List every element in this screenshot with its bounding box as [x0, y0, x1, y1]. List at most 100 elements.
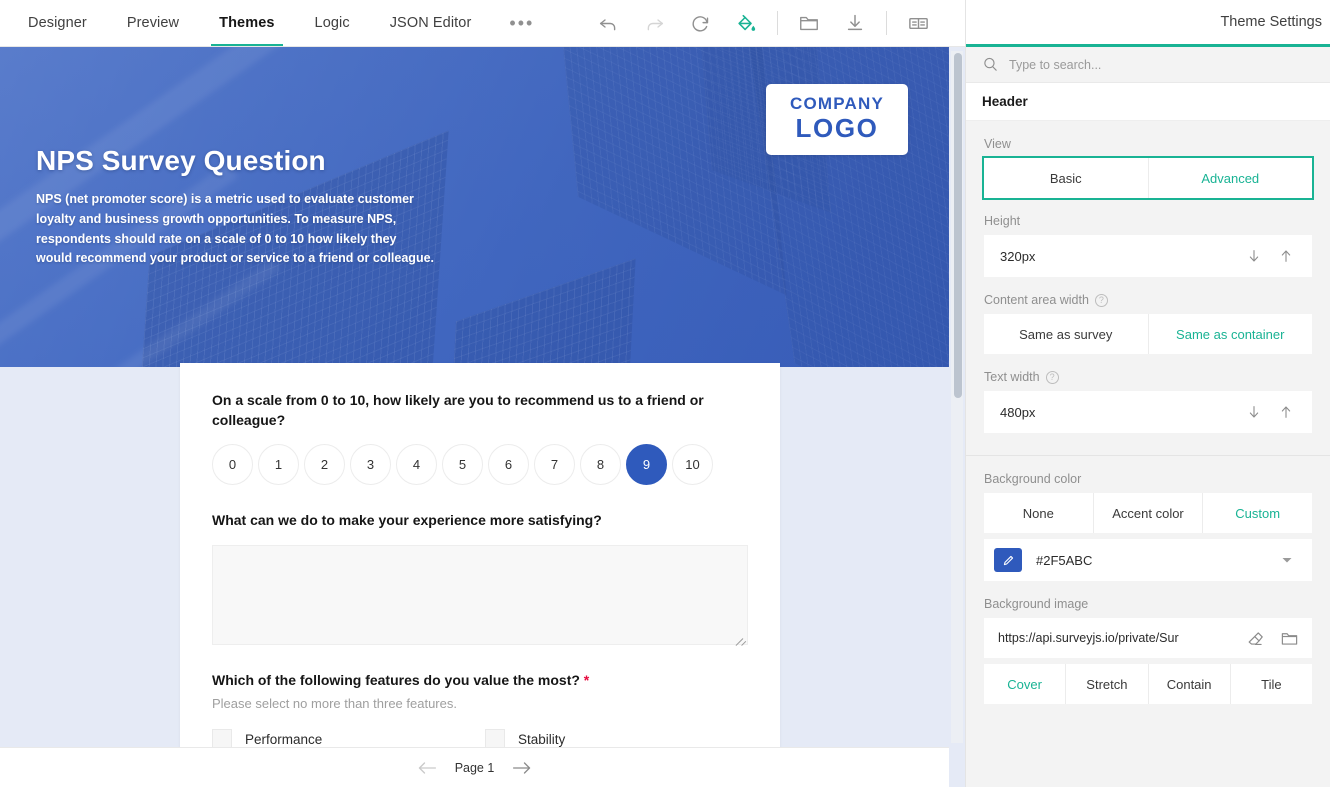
folder-icon: [1280, 629, 1299, 648]
rating-option-0[interactable]: 0: [212, 444, 253, 485]
field-background-image: Background image https://api.surveyjs.io…: [984, 597, 1312, 704]
color-hex-value[interactable]: #2F5ABC: [1036, 553, 1260, 568]
bg-color-option-accent[interactable]: Accent color: [1094, 493, 1204, 533]
download-button[interactable]: [832, 0, 878, 47]
field-label: Text width ?: [984, 370, 1312, 384]
rating-option-8[interactable]: 8: [580, 444, 621, 485]
field-label-text: Content area width: [984, 293, 1089, 307]
arrow-up-icon: [1278, 248, 1294, 264]
documentation-button[interactable]: [895, 0, 941, 47]
rating-option-9-selected[interactable]: 9: [626, 444, 667, 485]
tab-designer-label: Designer: [28, 15, 87, 31]
image-fit-option-contain[interactable]: Contain: [1149, 664, 1231, 704]
bg-color-option-custom[interactable]: Custom: [1203, 493, 1312, 533]
panel-search-row[interactable]: [966, 47, 1330, 83]
text-width-decrease-button[interactable]: [1240, 398, 1268, 426]
undo-button[interactable]: [585, 0, 631, 47]
color-picker-row[interactable]: #2F5ABC: [984, 539, 1312, 581]
view-toggle-group: Basic Advanced: [984, 158, 1312, 198]
clear-image-button[interactable]: [1242, 625, 1268, 651]
text-width-stepper[interactable]: 480px: [984, 391, 1312, 433]
color-swatch-button[interactable]: [994, 548, 1022, 572]
apply-theme-button[interactable]: [723, 0, 769, 47]
tab-logic[interactable]: Logic: [295, 0, 370, 46]
rating-option-3[interactable]: 3: [350, 444, 391, 485]
help-icon[interactable]: ?: [1046, 371, 1059, 384]
checkbox-group: Performance Stability User interface: [212, 729, 748, 747]
text-width-value[interactable]: 480px: [1000, 405, 1236, 420]
field-label: Background image: [984, 597, 1312, 611]
tab-themes-label: Themes: [219, 15, 274, 31]
height-value[interactable]: 320px: [1000, 249, 1236, 264]
rating-option-4[interactable]: 4: [396, 444, 437, 485]
browse-image-button[interactable]: [1276, 625, 1302, 651]
view-option-advanced[interactable]: Advanced: [1149, 158, 1313, 198]
content-width-option-same-as-survey[interactable]: Same as survey: [984, 314, 1149, 354]
tab-preview[interactable]: Preview: [107, 0, 199, 46]
panel-group-background: Background color None Accent color Custo…: [966, 456, 1330, 726]
height-decrease-button[interactable]: [1240, 242, 1268, 270]
prev-page-button[interactable]: [417, 761, 437, 775]
background-image-url-value[interactable]: https://api.surveyjs.io/private/Sur: [998, 631, 1234, 645]
checkbox-label: Stability: [518, 732, 565, 747]
panel-header: Theme Settings: [966, 0, 1330, 47]
top-toolbar: Designer Preview Themes Logic JSON Edito…: [0, 0, 965, 47]
rating-option-6[interactable]: 6: [488, 444, 529, 485]
panel-section-header-header[interactable]: Header: [966, 83, 1330, 121]
field-label: Height: [984, 214, 1312, 228]
redo-button[interactable]: [631, 0, 677, 47]
search-input[interactable]: [1009, 58, 1314, 72]
image-fit-option-tile[interactable]: Tile: [1231, 664, 1312, 704]
survey-page-card: On a scale from 0 to 10, how likely are …: [180, 363, 780, 747]
theme-settings-panel: Theme Settings Header View Basic Advance…: [965, 0, 1330, 787]
rating-option-1[interactable]: 1: [258, 444, 299, 485]
chevron-down-icon: [1281, 554, 1293, 566]
field-label-text: Background image: [984, 597, 1088, 611]
question-comment: What can we do to make your experience m…: [212, 511, 748, 645]
tab-themes[interactable]: Themes: [199, 0, 294, 46]
question-title: On a scale from 0 to 10, how likely are …: [212, 391, 748, 430]
canvas-scrollbar-thumb[interactable]: [954, 53, 962, 398]
content-width-option-same-as-container[interactable]: Same as container: [1149, 314, 1313, 354]
color-dropdown-button[interactable]: [1274, 547, 1300, 573]
field-label-text: Height: [984, 214, 1020, 228]
next-page-button[interactable]: [512, 761, 532, 775]
height-increase-button[interactable]: [1272, 242, 1300, 270]
help-icon[interactable]: ?: [1095, 294, 1108, 307]
rating-option-10[interactable]: 10: [672, 444, 713, 485]
image-fit-option-cover[interactable]: Cover: [984, 664, 1066, 704]
reset-theme-button[interactable]: [677, 0, 723, 47]
arrow-down-icon: [1246, 248, 1262, 264]
arrow-down-icon: [1246, 404, 1262, 420]
tab-json-editor-label: JSON Editor: [390, 15, 472, 31]
field-height: Height 320px: [984, 214, 1312, 277]
rating-option-2[interactable]: 2: [304, 444, 345, 485]
question-description: Please select no more than three feature…: [212, 696, 748, 711]
background-image-url-row[interactable]: https://api.surveyjs.io/private/Sur: [984, 618, 1312, 658]
toolbar-actions: [585, 0, 965, 46]
height-stepper[interactable]: 320px: [984, 235, 1312, 277]
field-label-text: View: [984, 137, 1011, 151]
content-area-width-group: Same as survey Same as container: [984, 314, 1312, 354]
open-file-button[interactable]: [786, 0, 832, 47]
checkbox-performance[interactable]: Performance: [212, 729, 475, 747]
rating-option-7[interactable]: 7: [534, 444, 575, 485]
image-fit-option-stretch[interactable]: Stretch: [1066, 664, 1148, 704]
checkbox-box-icon[interactable]: [212, 729, 232, 747]
view-option-basic[interactable]: Basic: [984, 158, 1149, 198]
background-image-fit-group: Cover Stretch Contain Tile: [984, 664, 1312, 704]
text-width-increase-button[interactable]: [1272, 398, 1300, 426]
tab-more-button[interactable]: •••: [491, 0, 552, 46]
comment-textarea[interactable]: [212, 545, 748, 645]
bg-color-option-none[interactable]: None: [984, 493, 1094, 533]
field-label: View: [984, 137, 1312, 151]
tab-designer[interactable]: Designer: [8, 0, 107, 46]
undo-icon: [598, 13, 619, 34]
tab-logic-label: Logic: [315, 15, 350, 31]
tab-json-editor[interactable]: JSON Editor: [370, 0, 492, 46]
checkbox-stability[interactable]: Stability: [485, 729, 748, 747]
paint-bucket-icon: [735, 12, 757, 34]
checkbox-box-icon[interactable]: [485, 729, 505, 747]
logo-line-2: LOGO: [782, 114, 892, 143]
rating-option-5[interactable]: 5: [442, 444, 483, 485]
